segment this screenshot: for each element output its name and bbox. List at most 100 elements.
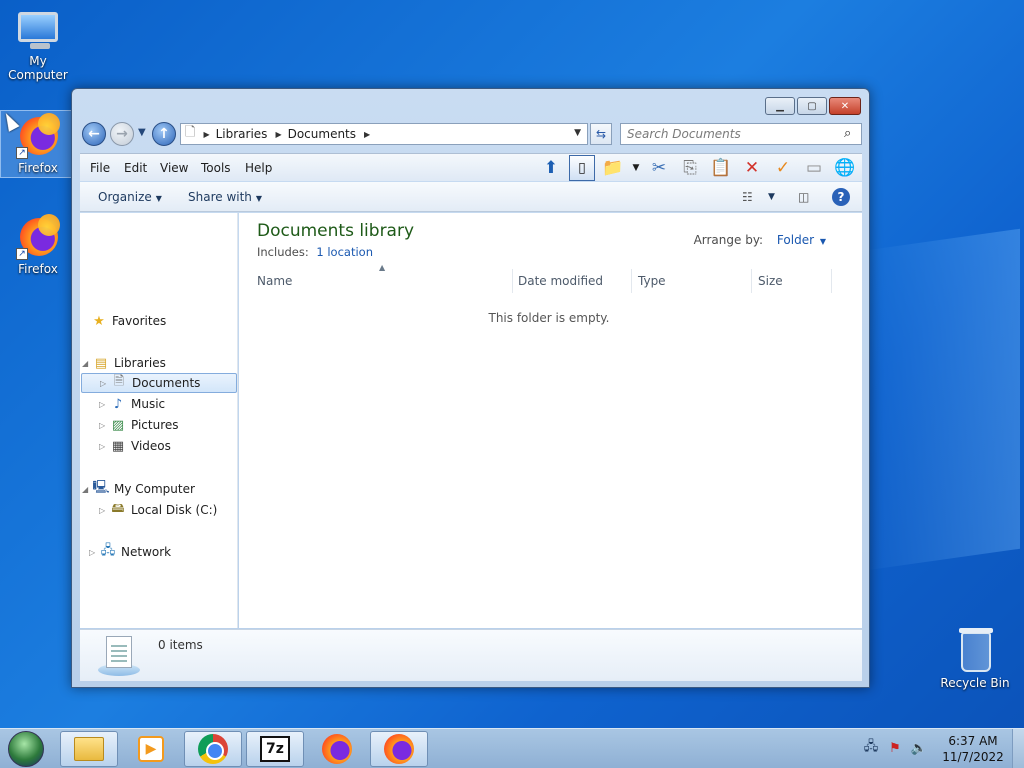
collapsed-triangle-icon[interactable]: ▷ [100,379,110,388]
desktop-icon-my-computer[interactable]: My Computer [0,8,76,82]
tree-videos[interactable]: ▷ ▦ Videos [99,436,171,456]
preview-pane-button[interactable]: ◫ [798,190,809,204]
organize-button[interactable]: Organize ▼ [98,190,162,204]
forward-button[interactable]: → [110,122,134,146]
delete-icon[interactable]: ✕ [739,155,765,181]
tree-favorites[interactable]: ★ Favorites [90,311,166,331]
star-icon: ★ [93,313,105,329]
refresh-button[interactable]: ⇆ [590,123,612,145]
apply-check-icon[interactable]: ✓ [770,155,796,181]
column-header-date-modified[interactable]: Date modified [512,269,632,293]
expanded-triangle-icon[interactable]: ◢ [82,359,92,368]
desktop-icon-firefox[interactable]: ↗ Firefox [0,214,76,276]
caret-down-icon[interactable]: ▼ [820,237,826,246]
tree-local-disk[interactable]: ▷ 🖴 Local Disk (C:) [99,500,217,520]
taskbar-7zip[interactable]: 7z [246,731,304,767]
tree-pictures[interactable]: ▷ ▨ Pictures [99,415,179,435]
tree-label: Pictures [131,418,179,432]
taskbar-media-player[interactable]: ▶ [122,731,180,767]
close-button[interactable]: ✕ [829,97,861,115]
desktop-icon-label: Firefox [18,262,58,276]
up-folder-icon[interactable]: ⬆ [538,155,564,181]
preview-pane-icon: ◫ [798,190,810,204]
minimize-button[interactable]: ▁ [765,97,795,115]
show-desktop-button[interactable] [1012,729,1024,768]
taskbar-clock[interactable]: 6:37 AM 11/7/2022 [940,733,1006,765]
empty-folder-message: This folder is empty. [488,311,610,325]
folder-icon [74,737,104,761]
collapsed-triangle-icon[interactable]: ▷ [89,548,99,557]
volume-icon[interactable]: 🔈 [910,739,928,757]
network-tray-icon[interactable]: 🖧 [862,739,880,757]
menu-help[interactable]: Help [245,161,272,175]
collapsed-triangle-icon[interactable]: ▷ [99,421,109,430]
documents-library-icon [98,636,140,676]
menu-file[interactable]: File [90,161,110,175]
tree-label: Network [121,545,172,559]
menu-tools[interactable]: Tools [201,161,231,175]
folders-pane-icon[interactable]: ▯ [569,155,595,181]
collapsed-triangle-icon[interactable]: ▷ [99,400,109,409]
wallpaper-glow [860,228,1020,572]
search-icon[interactable]: ⌕ [844,126,851,141]
start-button[interactable] [8,731,44,767]
taskbar-chrome[interactable] [184,731,242,767]
address-history-dropdown[interactable]: ▼ [574,128,581,138]
tree-label: My Computer [114,482,195,496]
tree-libraries[interactable]: ◢ ▤ Libraries [82,353,166,373]
address-bar[interactable]: 🗋 ▶ Libraries ▶ Documents ▶ ▼ [180,123,588,145]
column-header-type[interactable]: Type [632,269,752,293]
explorer-window[interactable]: ▁ ▢ ✕ ← → ▼ ↑ 🗋 ▶ Libraries ▶ Documents … [71,88,870,688]
column-header-name[interactable]: Name [251,269,513,293]
taskbar-firefox-2[interactable] [370,731,428,767]
view-dropdown-icon[interactable]: ▼ [768,192,775,202]
collapsed-triangle-icon[interactable]: ▷ [99,506,109,515]
breadcrumb-libraries[interactable]: Libraries [216,127,268,141]
menu-bar: File Edit View Tools Help ⬆ ▯ 📁 ▼ ✂ ⎘ 📋 … [80,153,862,181]
help-icon[interactable]: ? [832,188,850,206]
breadcrumb-arrow-icon[interactable]: ▶ [275,130,281,139]
arrange-by-dropdown[interactable]: Folder [777,233,814,247]
menu-edit[interactable]: Edit [124,161,147,175]
breadcrumb-arrow-icon[interactable]: ▶ [364,130,370,139]
maximize-button[interactable]: ▢ [797,97,827,115]
search-input[interactable]: Search Documents [620,123,862,145]
clock-time: 6:37 AM [948,734,998,748]
dropdown-icon[interactable]: ▼ [631,155,641,181]
change-view-button[interactable]: ☷ [742,190,753,204]
breadcrumb-arrow-icon[interactable]: ▶ [203,130,209,139]
web-globe-icon[interactable]: 🌐 [832,155,858,181]
cut-icon[interactable]: ✂ [646,155,672,181]
command-bar: Organize ▼ Share with ▼ ☷ ▼ ◫ ? [80,182,862,212]
tree-network[interactable]: ▷ 🖧 Network [89,542,171,562]
breadcrumb-documents[interactable]: Documents [288,127,356,141]
tree-documents[interactable]: ▷ 🗎 Documents [81,373,237,393]
tree-music[interactable]: ▷ ♪ Music [99,394,165,414]
up-button[interactable]: ↑ [152,122,176,146]
music-icon: ♪ [113,396,123,412]
paste-icon[interactable]: 📋 [708,155,734,181]
copy-icon[interactable]: ⎘ [677,155,703,181]
action-center-flag-icon[interactable]: ⚑ [886,739,904,757]
share-with-button[interactable]: Share with ▼ [188,190,262,204]
chrome-icon [198,734,228,764]
share-with-label: Share with [188,190,252,204]
tree-label: Documents [132,376,201,390]
desktop-icon-recycle-bin[interactable]: Recycle Bin [937,628,1013,690]
menu-view[interactable]: View [160,161,188,175]
back-button[interactable]: ← [82,122,106,146]
tree-label: Videos [131,439,171,453]
taskbar-firefox[interactable] [308,731,366,767]
monitor-icon [16,8,60,52]
expanded-triangle-icon[interactable]: ◢ [82,485,92,494]
collapsed-triangle-icon[interactable]: ▷ [99,442,109,451]
tree-my-computer[interactable]: ◢ 🖳 My Computer [82,479,195,499]
shortcut-arrow-icon: ↗ [16,248,28,260]
column-header-size[interactable]: Size [752,269,832,293]
content-pane[interactable]: Documents library Includes: 1 location A… [239,213,862,628]
locations-link[interactable]: 1 location [316,245,373,259]
properties-icon[interactable]: ▭ [801,155,827,181]
folder-options-icon[interactable]: 📁 [600,155,626,181]
taskbar-windows-explorer[interactable] [60,731,118,767]
recent-pages-dropdown[interactable]: ▼ [138,127,146,138]
